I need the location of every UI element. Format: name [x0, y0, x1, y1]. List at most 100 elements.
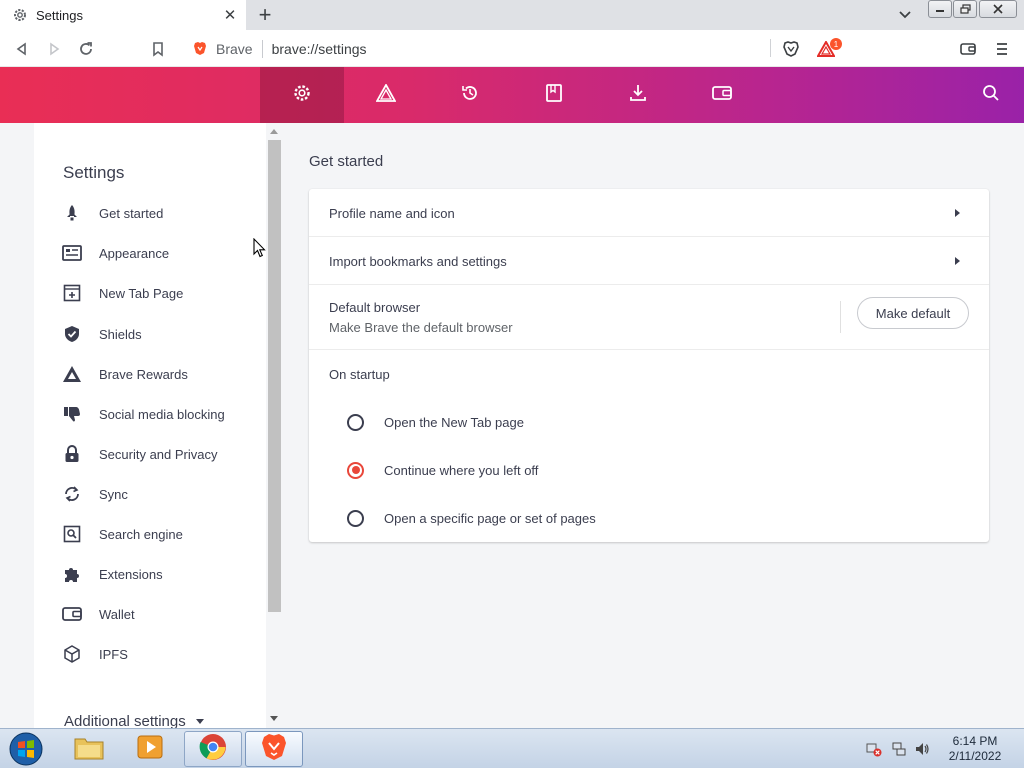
rocket-icon: [62, 203, 82, 223]
page-title: Get started: [309, 153, 384, 170]
sidebar-item-label: Appearance: [99, 245, 170, 261]
caret-down-icon: [195, 719, 204, 724]
sidebar-item-get-started[interactable]: Get started: [62, 201, 163, 225]
sidebar-item-sync[interactable]: Sync: [62, 482, 128, 506]
header-downloads-button[interactable]: [596, 67, 680, 123]
sidebar-item-label: Wallet: [99, 606, 135, 622]
clock-time: 6:14 PM: [952, 734, 998, 748]
close-window-button[interactable]: [979, 0, 1017, 18]
taskbar-media-player[interactable]: [121, 731, 179, 767]
header-rewards-button[interactable]: [344, 67, 428, 123]
settings-search-button[interactable]: [980, 84, 1002, 106]
on-startup-label: On startup: [329, 367, 390, 382]
header-bookmarks-button[interactable]: [512, 67, 596, 123]
sidebar-item-label: Sync: [99, 486, 128, 502]
additional-settings-label: Additional settings: [64, 713, 186, 728]
sidebar-item-ipfs[interactable]: IPFS: [62, 642, 128, 666]
scrollbar-thumb[interactable]: [268, 140, 281, 612]
sidebar-item-shields[interactable]: Shields: [62, 322, 142, 346]
bookmark-button[interactable]: [148, 39, 168, 59]
profile-name-row[interactable]: Profile name and icon: [309, 189, 989, 237]
sidebar-item-new-tab-page[interactable]: New Tab Page: [62, 281, 183, 305]
import-bookmarks-row[interactable]: Import bookmarks and settings: [309, 237, 989, 285]
sidebar-item-label: IPFS: [99, 646, 128, 662]
rewards-triangle-icon: [62, 364, 82, 384]
radio-button[interactable]: [347, 509, 364, 527]
gear-icon: [12, 7, 28, 23]
downloads-icon: [629, 83, 647, 108]
taskbar-explorer[interactable]: [60, 731, 118, 767]
brave-shields-button[interactable]: [781, 39, 801, 59]
mouse-cursor-icon: [253, 237, 267, 263]
close-tab-icon[interactable]: ✕: [220, 5, 240, 25]
sidebar-item-label: Shields: [99, 326, 142, 342]
startup-option-continue[interactable]: Continue where you left off: [347, 458, 538, 482]
radio-button-checked[interactable]: [347, 461, 364, 479]
search-icon: [982, 84, 1000, 107]
windows-taskbar: 6:14 PM 2/11/2022: [0, 728, 1024, 768]
sidebar-item-appearance[interactable]: Appearance: [62, 241, 169, 265]
tab-search-chevron-icon[interactable]: [896, 6, 914, 24]
puzzle-icon: [62, 564, 82, 584]
lock-icon: [62, 444, 82, 464]
sidebar-item-label: New Tab Page: [99, 285, 184, 301]
network-error-icon[interactable]: [866, 741, 882, 757]
startup-option-label: Continue where you left off: [384, 462, 539, 478]
new-tab-button[interactable]: +: [254, 2, 276, 27]
rewards-badge: 1: [830, 38, 842, 50]
wallet-icon: [712, 85, 732, 106]
appearance-icon: [62, 243, 82, 263]
thumbs-down-icon: [62, 404, 82, 424]
start-button[interactable]: [6, 731, 46, 767]
scroll-up-arrow-icon[interactable]: [270, 129, 278, 134]
wallet-icon: [62, 604, 82, 624]
settings-sidebar: Settings Get started Appearance New Tab …: [34, 123, 266, 728]
radio-button[interactable]: [347, 413, 364, 431]
back-button[interactable]: [12, 39, 32, 59]
forward-button[interactable]: [44, 39, 64, 59]
bookmarks-icon: [545, 83, 563, 108]
make-default-button[interactable]: Make default: [857, 297, 969, 329]
header-settings-button[interactable]: [260, 67, 344, 123]
arrow-right-icon: [955, 209, 960, 217]
volume-icon[interactable]: [914, 741, 930, 757]
restore-button[interactable]: [953, 0, 977, 18]
scroll-down-arrow-icon[interactable]: [270, 716, 278, 721]
sidebar-item-search-engine[interactable]: Search engine: [62, 522, 183, 546]
search-engine-icon: [62, 524, 82, 544]
tab-settings[interactable]: Settings ✕: [0, 0, 246, 30]
sidebar-item-extensions[interactable]: Extensions: [62, 562, 163, 586]
startup-option-new-tab[interactable]: Open the New Tab page: [347, 410, 524, 434]
sidebar-item-label: Brave Rewards: [99, 366, 188, 382]
sidebar-item-wallet[interactable]: Wallet: [62, 602, 135, 626]
header-history-button[interactable]: [428, 67, 512, 123]
system-clock[interactable]: 6:14 PM 2/11/2022: [940, 734, 1010, 764]
shield-icon: [62, 324, 82, 344]
history-icon: [460, 83, 480, 108]
toolbar-divider: [770, 39, 771, 57]
url-text[interactable]: brave://settings: [272, 41, 367, 57]
profile-row-label: Profile name and icon: [329, 206, 455, 221]
default-browser-title: Default browser: [329, 300, 421, 315]
sidebar-item-brave-rewards[interactable]: Brave Rewards: [62, 362, 188, 386]
header-wallet-button[interactable]: [680, 67, 764, 123]
address-bar[interactable]: Brave brave://settings: [182, 34, 842, 63]
additional-settings-toggle[interactable]: Additional settings: [64, 713, 204, 728]
arrow-right-icon: [955, 257, 960, 265]
wallet-button[interactable]: [958, 39, 978, 59]
menu-button[interactable]: [992, 39, 1012, 59]
network-icon[interactable]: [891, 741, 907, 757]
omnibox-separator: [261, 39, 263, 58]
sidebar-item-label: Extensions: [99, 566, 163, 582]
sidebar-item-security-and-privacy[interactable]: Security and Privacy: [62, 442, 218, 466]
startup-option-specific-pages[interactable]: Open a specific page or set of pages: [347, 506, 596, 530]
reload-button[interactable]: [76, 39, 96, 59]
taskbar-chrome[interactable]: [184, 731, 242, 767]
minimize-button[interactable]: [928, 0, 952, 18]
brave-lion-icon: [192, 41, 208, 57]
sidebar-item-label: Social media blocking: [99, 406, 225, 422]
new-tab-icon: [62, 283, 82, 303]
sidebar-item-social-media-blocking[interactable]: Social media blocking: [62, 402, 225, 426]
taskbar-brave[interactable]: [245, 731, 303, 767]
gear-icon: [292, 83, 312, 108]
